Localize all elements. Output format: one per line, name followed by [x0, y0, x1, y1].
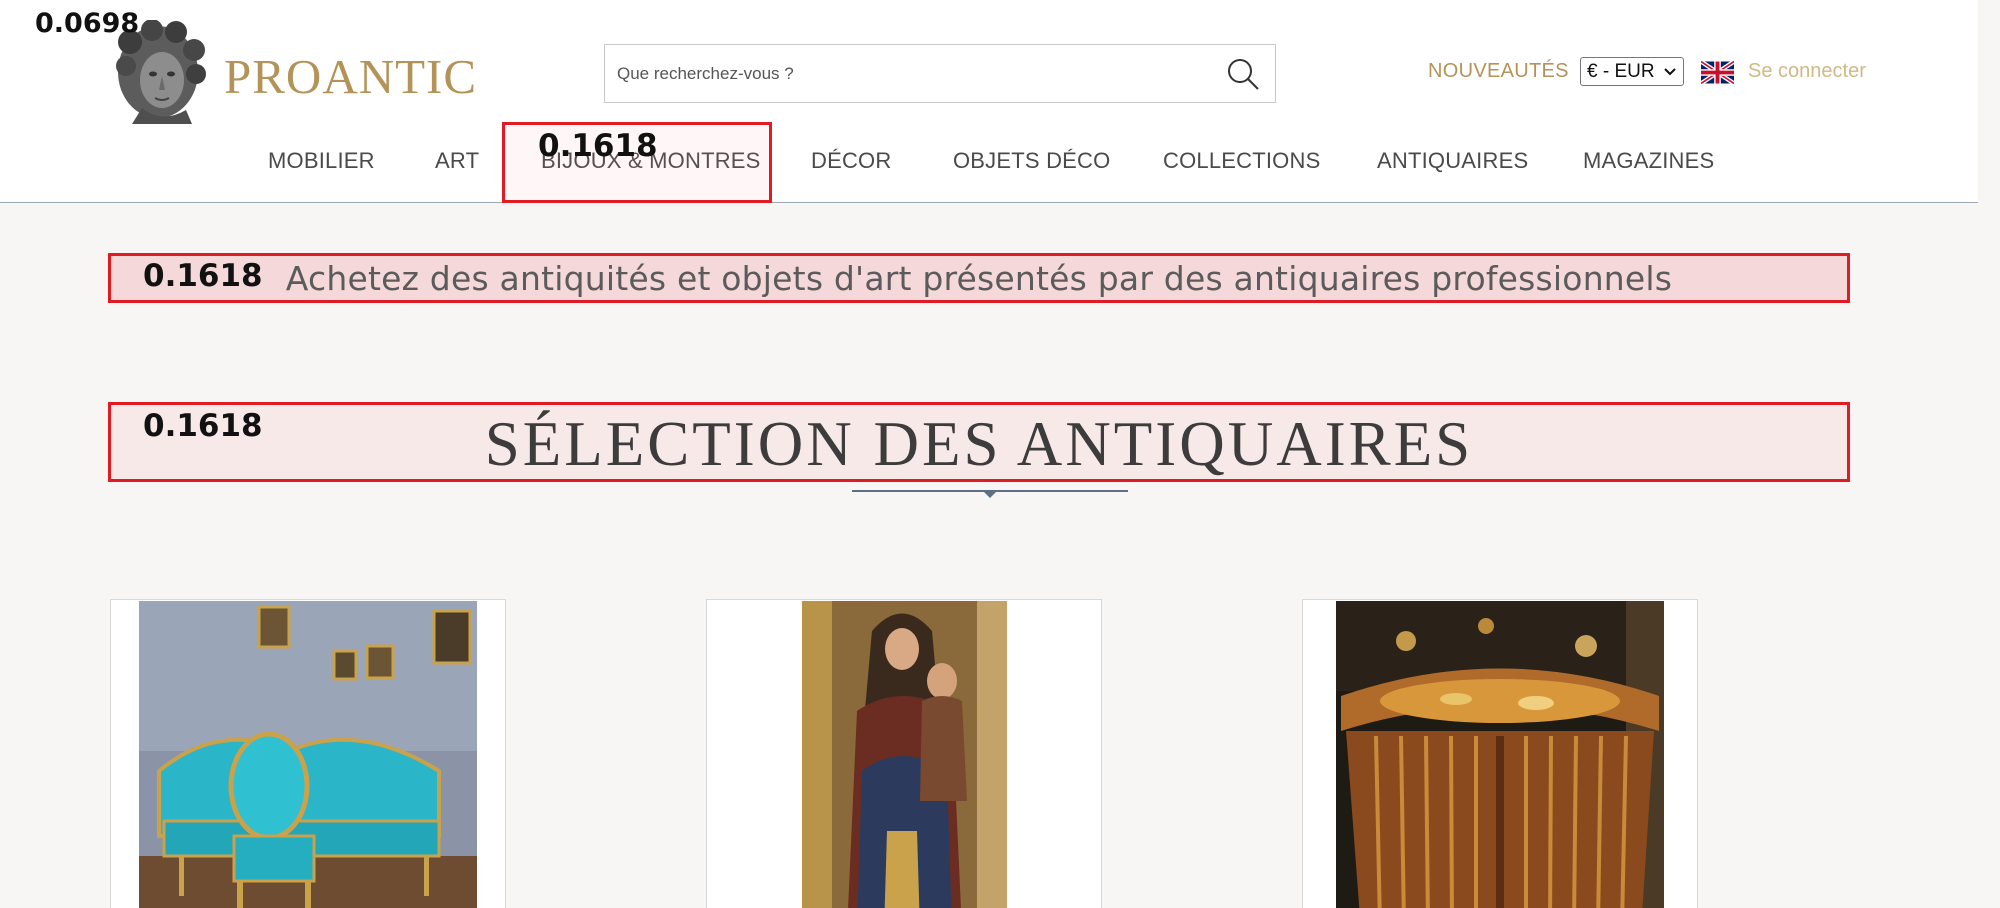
nav-item-objets-deco[interactable]: OBJETS DÉCO	[953, 148, 1110, 174]
logo-text: PROANTIC	[224, 49, 478, 104]
nav-item-mobilier[interactable]: MOBILIER	[268, 148, 375, 174]
nav-item-art[interactable]: ART	[435, 148, 479, 174]
nav-item-magazines[interactable]: MAGAZINES	[1583, 148, 1714, 174]
currency-select-value: € - EUR	[1587, 60, 1655, 82]
search-box	[604, 44, 1276, 103]
highlight-label-nav: 0.1618	[538, 128, 658, 164]
site-header: PROANTIC NOUVEAUTÉS € - EUR Se connecter…	[0, 0, 1978, 203]
nav-item-antiquaires[interactable]: ANTIQUAIRES	[1377, 148, 1528, 174]
currency-select[interactable]: € - EUR	[1580, 57, 1684, 86]
title-divider-ornament	[852, 490, 1128, 498]
product-image-commode	[1336, 601, 1664, 908]
logo-link[interactable]: PROANTIC	[112, 20, 476, 124]
highlight-box-title	[108, 402, 1850, 482]
search-input[interactable]	[606, 46, 1196, 101]
uk-flag-icon[interactable]	[1701, 60, 1734, 85]
login-link[interactable]: Se connecter	[1748, 60, 1866, 83]
highlight-label-tagline: 0.1618	[143, 258, 263, 294]
product-card[interactable]	[706, 599, 1102, 908]
chevron-down-icon	[1664, 68, 1676, 76]
product-card[interactable]	[1302, 599, 1698, 908]
nouveautes-link[interactable]: NOUVEAUTÉS	[1428, 60, 1569, 83]
main-nav: MOBILIER ART BIJOUX & MONTRES DÉCOR OBJE…	[0, 148, 1978, 178]
product-image-statue	[802, 601, 1007, 908]
nav-item-collections[interactable]: COLLECTIONS	[1163, 148, 1320, 174]
product-card[interactable]	[110, 599, 506, 908]
product-image-settee	[139, 601, 477, 908]
search-icon[interactable]	[1225, 56, 1261, 92]
nav-item-decor[interactable]: DÉCOR	[811, 148, 891, 174]
highlight-box-tagline	[108, 253, 1850, 303]
corner-score-label: 0.0698	[35, 8, 140, 39]
highlight-label-title: 0.1618	[143, 408, 263, 444]
